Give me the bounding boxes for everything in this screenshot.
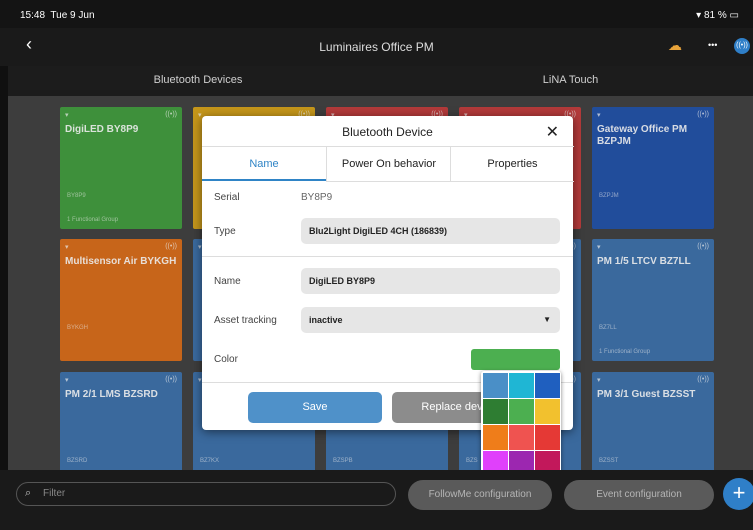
tile-group: 1 Functional Group	[67, 217, 119, 223]
device-tile[interactable]: ▾ ((•)) DigiLED BY8P9 BY8P9 1 Functional Gro…	[60, 107, 182, 229]
tile-serial: BZSRD	[67, 458, 88, 464]
signal-icon: ((•))	[165, 376, 177, 383]
color-swatch[interactable]	[509, 425, 534, 450]
wifi-icon: ▾	[65, 112, 69, 119]
dialog-tab-properties[interactable]: Properties	[450, 146, 574, 182]
search-icon: ⌕	[25, 487, 32, 499]
filter-placeholder: Filter	[43, 488, 66, 499]
filter-input[interactable]: ⌕ Filter	[16, 482, 396, 506]
tab-bluetooth-devices[interactable]: Bluetooth Devices	[8, 66, 388, 98]
color-swatch[interactable]	[535, 425, 560, 450]
tile-serial: BZPJM	[599, 193, 619, 199]
wifi-icon: ▾	[65, 377, 69, 384]
tile-name: PM 2/1 LMS BZSRD	[65, 389, 158, 400]
followme-configuration-button[interactable]: FollowMe configuration	[408, 480, 552, 510]
dialog-tab-power-on[interactable]: Power On behavior	[326, 146, 451, 182]
color-swatch[interactable]	[483, 399, 508, 424]
wifi-icon: ▾	[198, 244, 202, 251]
tile-name: Multisensor Air BYKGH	[65, 256, 177, 267]
device-tile[interactable]: ▾ ((•)) PM 1/5 LTCV BZ7LL BZ7LL 1 Functional…	[592, 239, 714, 361]
tile-serial: BZ7KX	[200, 458, 220, 464]
tile-serial: BZSPB	[333, 458, 353, 464]
bluetooth-badge-icon[interactable]: ((•))	[734, 38, 750, 54]
tile-serial: BZSST	[599, 458, 619, 464]
asset-tracking-select[interactable]: inactive ▼	[301, 307, 560, 333]
serial-label: Serial	[214, 192, 240, 203]
color-swatch[interactable]	[509, 373, 534, 398]
dialog-tab-name[interactable]: Name	[202, 146, 326, 181]
asset-tracking-value: inactive	[309, 315, 343, 325]
color-swatch[interactable]	[509, 399, 534, 424]
tile-name: DigiLED BY8P9	[65, 124, 139, 135]
add-button[interactable]: +	[723, 478, 753, 510]
save-button[interactable]: Save	[248, 392, 382, 423]
tile-name: Gateway Office PM BZPJM	[597, 124, 688, 147]
tab-lina-touch[interactable]: LiNA Touch	[388, 66, 753, 96]
color-swatch[interactable]	[535, 399, 560, 424]
name-label: Name	[214, 276, 241, 287]
dropdown-arrow-icon: ▼	[543, 315, 551, 324]
color-picker-button[interactable]	[471, 349, 560, 370]
color-label: Color	[214, 354, 238, 365]
status-right: ▾ 81 % ▭	[696, 10, 739, 21]
status-bar: 15:48 Tue 9 Jun ▾ 81 % ▭	[0, 0, 753, 28]
main-tabs: Bluetooth Devices LiNA Touch	[8, 66, 753, 98]
signal-icon: ((•))	[697, 243, 709, 250]
more-icon[interactable]: •••	[708, 40, 717, 50]
signal-icon: ((•))	[165, 243, 177, 250]
wifi-icon: ▾	[198, 377, 202, 384]
color-swatch[interactable]	[483, 425, 508, 450]
wifi-icon: ▾	[597, 377, 601, 384]
status-time: 15:48 Tue 9 Jun	[20, 10, 95, 21]
signal-icon: ((•))	[697, 376, 709, 383]
tile-name: PM 3/1 Guest BZSST	[597, 389, 696, 400]
signal-icon: ((•))	[165, 111, 177, 118]
tile-serial: BZ7LL	[599, 325, 617, 331]
wifi-icon: ▾	[198, 112, 202, 119]
device-tile[interactable]: ▾ ((•)) Multisensor Air BYKGH BYKGH	[60, 239, 182, 361]
type-field[interactable]: Blu2Light DigiLED 4CH (186839)	[301, 218, 560, 244]
close-icon[interactable]: ✕	[546, 122, 559, 142]
dialog-title: Bluetooth Device	[342, 125, 433, 139]
type-label: Type	[214, 226, 236, 237]
color-palette	[481, 371, 561, 477]
event-configuration-button[interactable]: Event configuration	[564, 480, 714, 510]
tile-group: 1 Functional Group	[599, 349, 651, 355]
signal-icon: ((•))	[697, 111, 709, 118]
tile-serial: BY8P9	[67, 193, 86, 199]
asset-tracking-label: Asset tracking	[214, 315, 277, 326]
serial-value: BY8P9	[301, 192, 333, 203]
title-bar: ‹ Luminaires Office PM ☁ ••• ((•))	[0, 28, 753, 66]
tile-name: PM 1/5 LTCV BZ7LL	[597, 256, 691, 267]
wifi-icon: ▾	[597, 244, 601, 251]
device-tile[interactable]: ▾ ((•)) Gateway Office PM BZPJM BZPJM	[592, 107, 714, 229]
divider	[202, 256, 573, 257]
name-field[interactable]: DigiLED BY8P9	[301, 268, 560, 294]
color-swatch[interactable]	[483, 373, 508, 398]
tile-serial: BYKGH	[67, 325, 89, 331]
cloud-icon[interactable]: ☁	[668, 37, 682, 54]
tile-serial: BZS	[466, 458, 478, 464]
color-swatch[interactable]	[535, 373, 560, 398]
page-title: Luminaires Office PM	[319, 40, 434, 54]
wifi-icon: ▾	[65, 244, 69, 251]
wifi-icon: ▾	[597, 112, 601, 119]
